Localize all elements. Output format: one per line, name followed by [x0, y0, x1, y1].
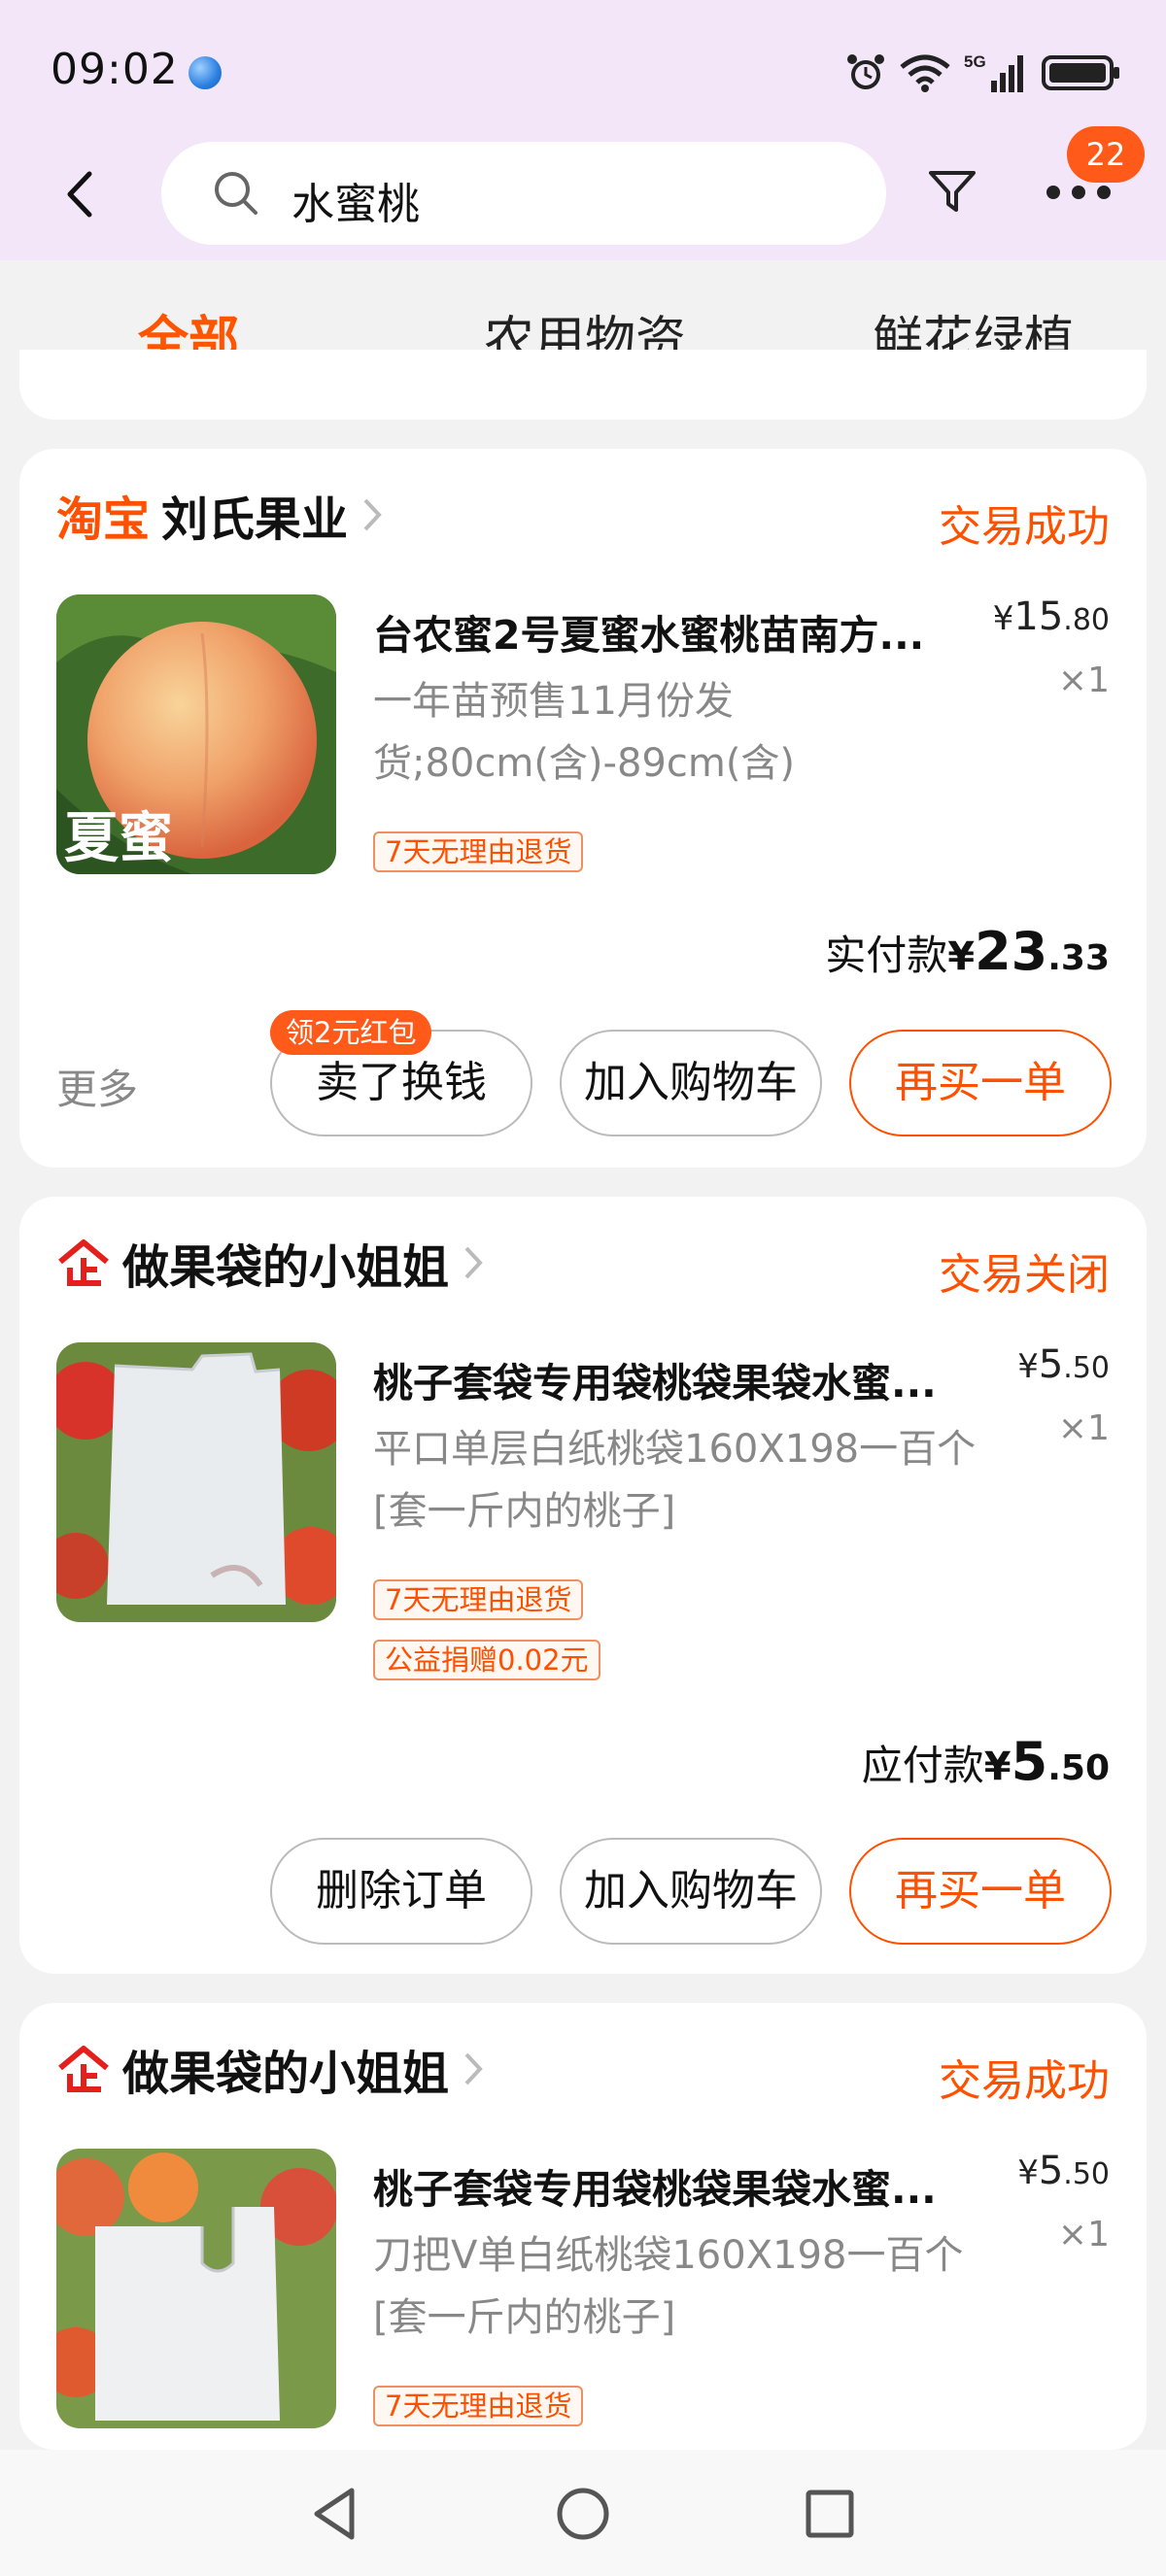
product-price: ¥15.80: [992, 594, 1110, 639]
app-notification-icon: [189, 56, 222, 89]
taobao-brand: 淘宝: [56, 492, 151, 547]
product-title[interactable]: 桃子套袋专用袋桃袋果袋水蜜...: [373, 1350, 976, 1408]
notification-badge: 22: [1067, 126, 1145, 183]
product-title[interactable]: 桃子套袋专用袋桃袋果袋水蜜...: [373, 2156, 976, 2215]
search-input[interactable]: 水蜜桃: [161, 142, 886, 245]
thumb-caption: 夏蜜: [64, 806, 173, 870]
product-title[interactable]: 台农蜜2号夏蜜水蜜桃苗南方...: [373, 602, 976, 661]
fruit-bag-image: [56, 2149, 336, 2428]
wifi-icon: [900, 54, 950, 92]
status-icons: 5G: [845, 51, 1121, 95]
fruit-bag-image: [56, 1342, 336, 1622]
qi-shop-icon: [58, 1239, 109, 1286]
order-card[interactable]: 做果袋的小姐姐 交易成功 桃子套袋专用袋桃袋果袋水蜜... 刀把V单白纸桃袋16…: [19, 2003, 1147, 2450]
filter-icon: [929, 171, 976, 212]
shop-name: 做果袋的小姐姐: [122, 1240, 450, 1295]
product-quantity: ×1: [1057, 1408, 1110, 1448]
return-policy-tag: 7天无理由退货: [373, 1579, 584, 1620]
system-navigation-bar: [0, 2450, 1166, 2576]
previous-order-card: [19, 350, 1147, 420]
alarm-icon: [847, 54, 884, 89]
product-image[interactable]: 夏蜜: [56, 594, 336, 874]
more-actions-link[interactable]: 更多: [56, 1057, 138, 1116]
product-spec: 平口单层白纸桃袋160X198一百个[套一斤内的桃子]: [373, 1427, 977, 1534]
order-status: 交易成功: [939, 2056, 1110, 2106]
back-button[interactable]: [51, 165, 109, 223]
delete-order-button[interactable]: 删除订单: [270, 1838, 532, 1945]
shop-name: 做果袋的小姐姐: [122, 2047, 450, 2101]
nav-recents-button[interactable]: [791, 2475, 869, 2553]
search-query: 水蜜桃: [292, 180, 420, 229]
shop-name: 刘氏果业: [161, 492, 349, 547]
chevron-right-icon: [464, 1246, 483, 1279]
return-policy-tag: 7天无理由退货: [373, 2386, 584, 2426]
order-card[interactable]: 淘宝 刘氏果业 交易成功 夏蜜 台农蜜2号夏蜜水蜜桃苗南方... 一年苗预售11…: [19, 449, 1147, 1168]
product-quantity: ×1: [1057, 2215, 1110, 2254]
product-price: ¥5.50: [1017, 2149, 1110, 2193]
network-label: 5G: [964, 52, 986, 71]
search-icon: [215, 172, 257, 215]
status-time: 09:02: [51, 45, 179, 94]
nav-home-button[interactable]: [544, 2475, 622, 2553]
product-image[interactable]: [56, 2149, 336, 2428]
add-to-cart-button[interactable]: 加入购物车: [560, 1838, 822, 1945]
search-row: 水蜜桃 22: [0, 126, 1166, 249]
buy-again-button[interactable]: 再买一单: [849, 1030, 1112, 1136]
shop-header[interactable]: 淘宝 刘氏果业: [56, 486, 383, 547]
product-image[interactable]: [56, 1342, 336, 1622]
buy-again-button[interactable]: 再买一单: [849, 1838, 1112, 1945]
header: 09:02 5G 水蜜桃 22: [0, 0, 1166, 260]
red-packet-promo: 领2元红包: [270, 1010, 432, 1055]
filter-button[interactable]: [927, 165, 985, 223]
nav-recents-icon: [806, 2490, 854, 2538]
status-bar: 09:02 5G: [0, 0, 1166, 146]
signal-icon: 5G: [964, 52, 1023, 92]
nav-back-icon: [314, 2488, 355, 2540]
back-arrow-icon: [67, 171, 92, 218]
qi-shop-icon: [58, 2046, 109, 2092]
payable-amount: 应付款¥5.50: [861, 1731, 1110, 1792]
product-price: ¥5.50: [1017, 1342, 1110, 1387]
product-quantity: ×1: [1057, 661, 1110, 700]
shop-header[interactable]: 做果袋的小姐姐: [56, 1234, 484, 1295]
battery-icon: [1042, 55, 1119, 90]
charity-donation-tag: 公益捐赠0.02元: [373, 1640, 600, 1680]
product-spec: 刀把V单白纸桃袋160X198一百个[套一斤内的桃子]: [373, 2233, 964, 2340]
nav-home-icon: [557, 2488, 609, 2540]
order-status: 交易成功: [939, 502, 1110, 552]
add-to-cart-button[interactable]: 加入购物车: [560, 1030, 822, 1136]
nav-back-button[interactable]: [297, 2475, 375, 2553]
paid-amount: 实付款¥23.33: [825, 921, 1110, 982]
chevron-right-icon: [363, 498, 382, 531]
peach-image: 夏蜜: [56, 594, 336, 874]
chevron-right-icon: [464, 2052, 483, 2085]
order-status: 交易关闭: [939, 1250, 1110, 1300]
order-card[interactable]: 做果袋的小姐姐 交易关闭 桃子套袋专用袋桃袋果袋水蜜... 平口单层白纸桃袋16…: [19, 1197, 1147, 1974]
product-spec: 一年苗预售11月份发货;80cm(含)-89cm(含): [373, 679, 796, 786]
return-policy-tag: 7天无理由退货: [373, 831, 584, 872]
shop-header[interactable]: 做果袋的小姐姐: [56, 2040, 484, 2101]
